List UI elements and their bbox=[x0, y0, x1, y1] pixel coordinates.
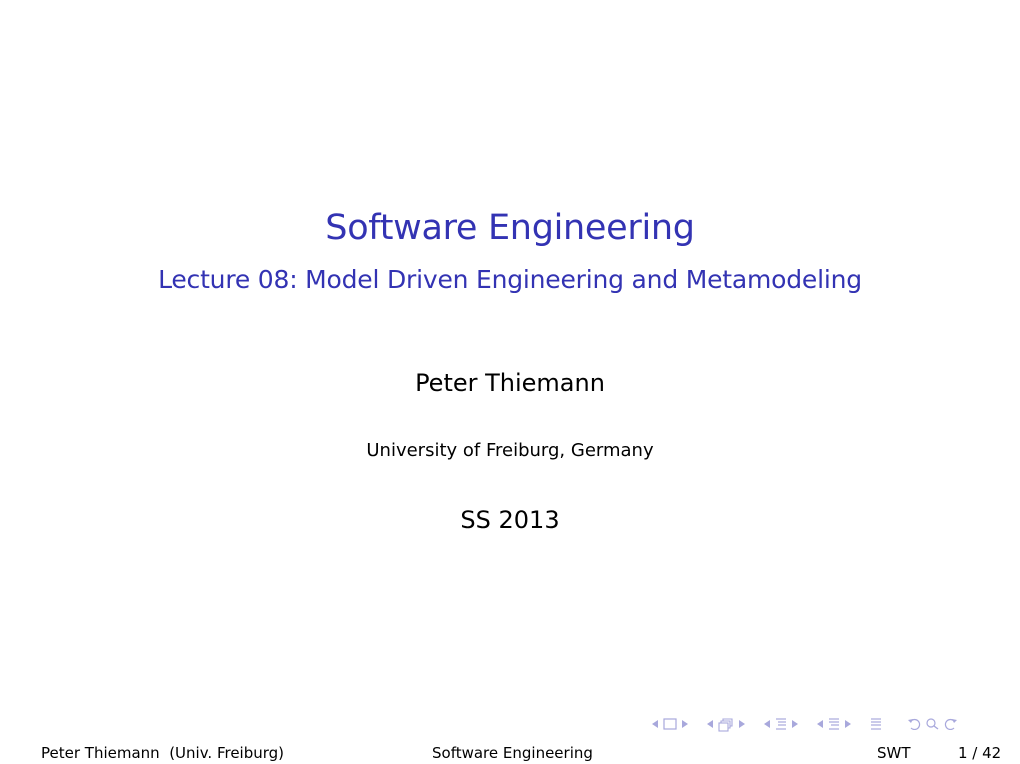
nav-search-group bbox=[907, 718, 963, 730]
footer-title: Software Engineering bbox=[432, 744, 593, 762]
arrow-right-icon[interactable] bbox=[682, 719, 688, 729]
nav-section-group-2 bbox=[817, 717, 856, 731]
arrow-left-icon[interactable] bbox=[764, 719, 770, 729]
arrow-left-icon[interactable] bbox=[817, 719, 823, 729]
slide-date: SS 2013 bbox=[460, 506, 560, 534]
nav-section-group bbox=[764, 717, 803, 731]
nav-document-group bbox=[870, 717, 887, 731]
arrow-right-icon[interactable] bbox=[792, 719, 798, 729]
slide-institute: University of Freiburg, Germany bbox=[366, 440, 654, 461]
arrow-right-icon[interactable] bbox=[845, 719, 851, 729]
footer-short-title: SWT bbox=[877, 744, 911, 762]
title-slide: Software Engineering Lecture 08: Model D… bbox=[0, 0, 1020, 764]
arrow-left-icon[interactable] bbox=[707, 719, 713, 729]
slide-title: Software Engineering bbox=[325, 208, 695, 248]
navigation-bar bbox=[652, 715, 977, 733]
subsection-icon[interactable] bbox=[718, 716, 734, 732]
frame-icon[interactable] bbox=[663, 718, 677, 730]
forward-icon[interactable] bbox=[944, 718, 958, 730]
document-icon[interactable] bbox=[870, 717, 882, 731]
arrow-right-icon[interactable] bbox=[739, 719, 745, 729]
nav-subsection-group bbox=[707, 716, 750, 732]
slide-author: Peter Thiemann bbox=[415, 369, 605, 397]
back-icon[interactable] bbox=[907, 718, 921, 730]
section-icon[interactable] bbox=[775, 717, 787, 731]
search-icon[interactable] bbox=[926, 718, 939, 730]
arrow-left-icon[interactable] bbox=[652, 719, 658, 729]
nav-frame-group bbox=[652, 718, 693, 730]
slide-subtitle: Lecture 08: Model Driven Engineering and… bbox=[158, 265, 862, 294]
footer-author: Peter Thiemann (Univ. Freiburg) bbox=[41, 744, 285, 762]
section-icon[interactable] bbox=[828, 717, 840, 731]
footer-page-number: 1 / 42 bbox=[958, 744, 1002, 762]
